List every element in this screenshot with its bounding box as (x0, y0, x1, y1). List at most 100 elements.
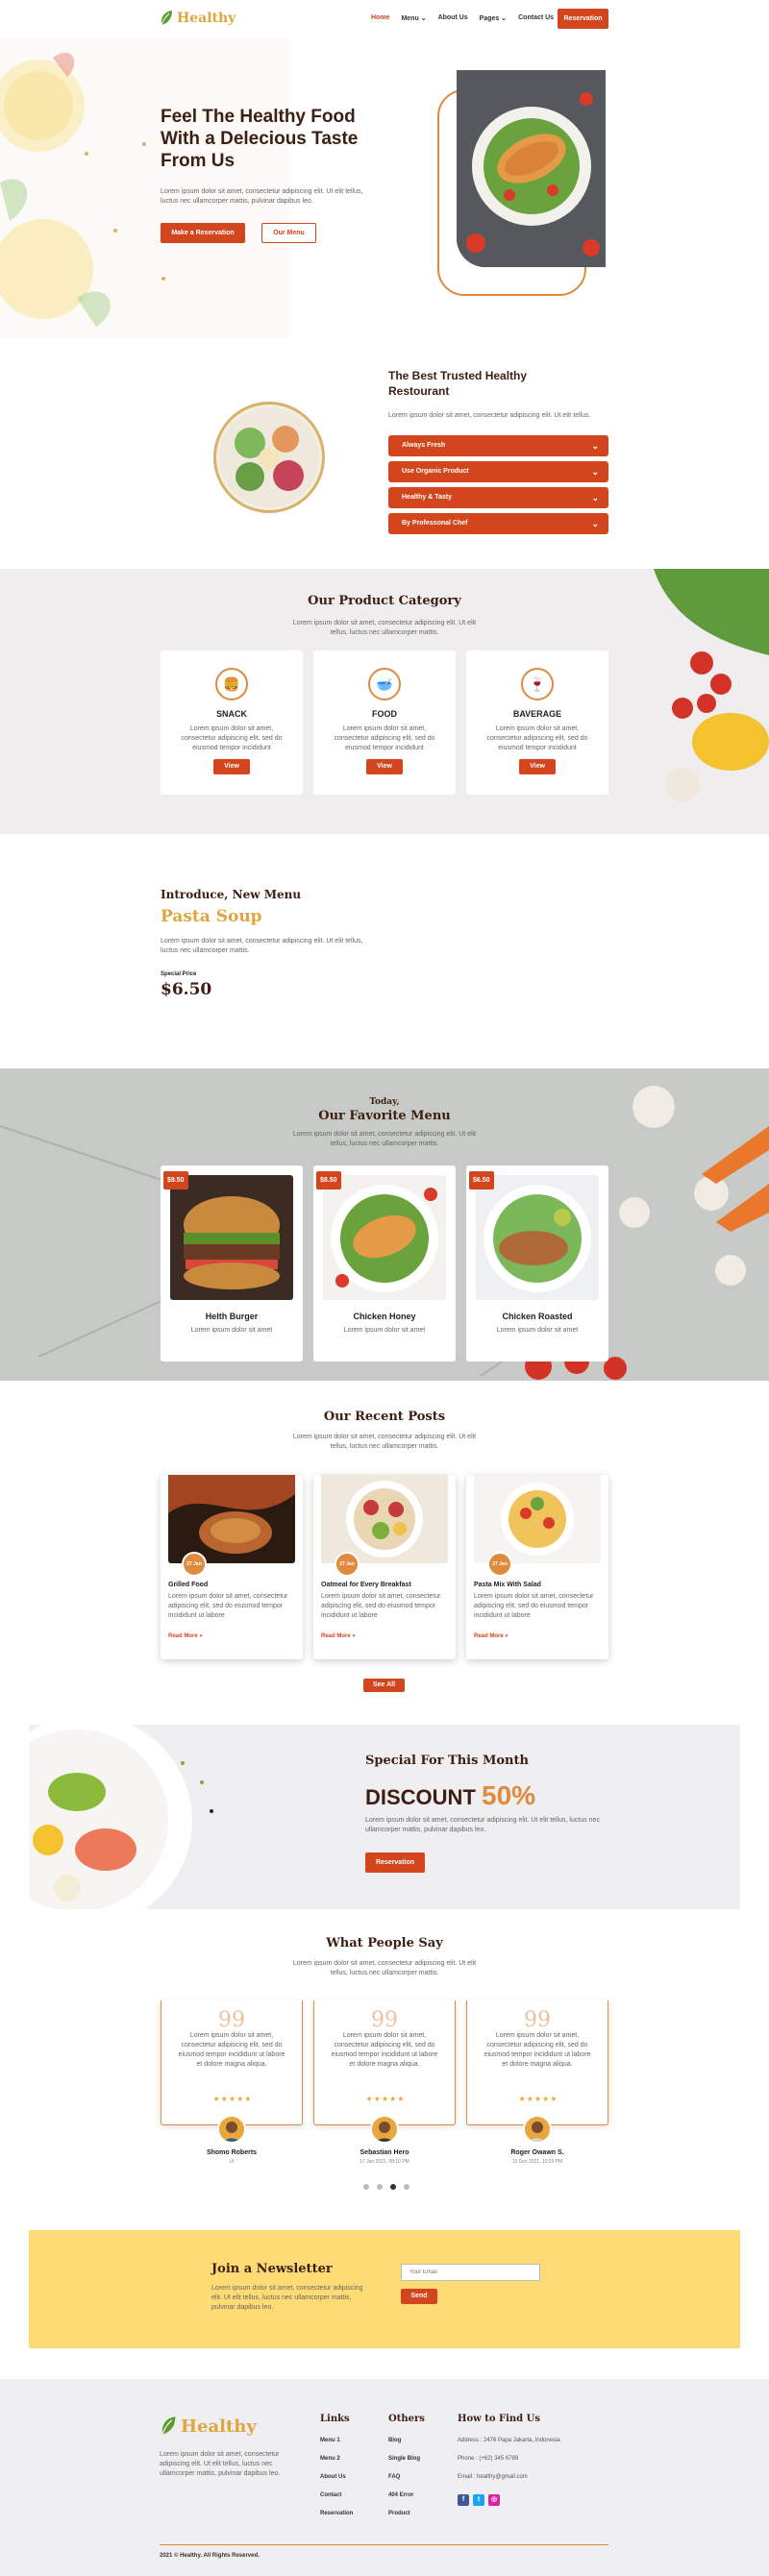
new-menu-title: Pasta Soup (161, 907, 262, 926)
accordion-chef[interactable]: By Professonal Chef ⌄ (388, 513, 608, 534)
nav-home[interactable]: Home (371, 14, 389, 22)
see-all-button[interactable]: See All (363, 1679, 405, 1692)
leaf-icon (161, 2417, 176, 2435)
accordion-label: Use Organic Product (402, 468, 469, 475)
nav-about[interactable]: About Us (438, 14, 468, 22)
avatar (217, 2115, 246, 2144)
instagram-icon[interactable]: ◎ (488, 2494, 500, 2506)
testimonial-card: 99 Lorem ipsum dolor sit amet, consectet… (161, 2000, 303, 2125)
chevron-down-icon: ⌄ (501, 15, 508, 22)
post-card-pasta[interactable]: 27 Jan Pasta Mix With Salad Lorem ipsum … (466, 1475, 608, 1659)
category-section: Our Product Category Lorem ipsum dolor s… (0, 569, 769, 834)
view-button[interactable]: View (366, 759, 403, 774)
carousel-dot[interactable] (404, 2184, 409, 2190)
footer-link[interactable]: Blog (388, 2438, 425, 2456)
discount-label: DISCOUNT (365, 1785, 476, 1809)
footer-link[interactable]: About Us (320, 2474, 353, 2492)
accordion-label: Healthy & Tasty (402, 494, 452, 501)
footer-logo[interactable]: Healthy (160, 2416, 257, 2437)
oatmeal-image (321, 1475, 448, 1563)
footer-link[interactable]: Menu 2 (320, 2456, 353, 2474)
post-card-grilled[interactable]: 27 Jan Grilled Food Lorem ipsum dolor si… (161, 1475, 303, 1659)
grilled-food-image (168, 1475, 295, 1563)
reviewer-name: Shomo Roberts (206, 2149, 258, 2156)
read-more-link[interactable]: Read More » (168, 1633, 203, 1639)
post-date-badge: 27 Jan (335, 1552, 360, 1577)
carousel-dot[interactable] (377, 2184, 383, 2190)
send-button[interactable]: Send (401, 2289, 437, 2304)
new-menu-text: Lorem ipsum dolor sit amet, consectetur … (161, 938, 363, 954)
special-reservation-button[interactable]: Reservation (365, 1852, 425, 1873)
special-title: Special For This Month (365, 1754, 529, 1768)
post-date-badge: 27 Jan (487, 1552, 512, 1577)
footer-link[interactable]: Contact (320, 2492, 353, 2511)
accordion-organic[interactable]: Use Organic Product ⌄ (388, 461, 608, 482)
post-card-oatmeal[interactable]: 27 Jan Oatmeal for Every Breakfast Lorem… (313, 1475, 456, 1659)
trusted-section: The Best Trusted Healthy Restourant Lore… (0, 338, 769, 569)
trusted-title: The Best Trusted Healthy Restourant (388, 369, 528, 398)
our-menu-button[interactable]: Our Menu (261, 223, 316, 243)
make-reservation-button[interactable]: Make a Reservation (161, 223, 245, 243)
view-button[interactable]: View (213, 759, 250, 774)
footer-others-column: Others Blog Single Blog FAQ 404 Error Pr… (388, 2414, 425, 2529)
carousel-dots (363, 2184, 409, 2190)
email-input[interactable] (401, 2264, 540, 2281)
favorite-menu-section: Today, Our Favorite Menu Lorem ipsum dol… (0, 1068, 769, 1381)
footer-link[interactable]: Reservation (320, 2511, 353, 2529)
carousel-dot-active[interactable] (390, 2184, 396, 2190)
footer-link[interactable]: Menu 1 (320, 2438, 353, 2456)
post-title: Pasta Mix With Salad (474, 1582, 541, 1588)
rating-stars: ★★★★★ (365, 2095, 406, 2103)
menu-text: Lorem ipsum dolor sit amet (343, 1327, 426, 1334)
menu-card-chicken-honey[interactable]: $8.50 Chicken Honey Lorem ipsum dolor si… (313, 1165, 456, 1362)
salad-bowl-image (213, 402, 325, 513)
post-date-badge: 27 Jan (182, 1552, 207, 1577)
rating-stars: ★★★★★ (212, 2095, 253, 2103)
menu-card-burger[interactable]: $9.50 Helth Burger Lorem ipsum dolor sit… (161, 1165, 303, 1362)
chicken-honey-image (323, 1175, 446, 1300)
reservation-button[interactable]: Reservation (558, 9, 608, 29)
copyright: 2021 © Healthy. All Rights Reserved. (160, 2553, 260, 2559)
favorite-title-top: Today, (369, 1097, 400, 1107)
category-text: Lorem ipsum dolor sit amet, consectetur … (181, 725, 283, 751)
testimonial-text: Lorem ipsum dolor sit amet, consectetur … (331, 2032, 438, 2068)
carousel-dot[interactable] (363, 2184, 369, 2190)
avatar (523, 2115, 552, 2144)
footer-link[interactable]: 404 Error (388, 2492, 425, 2511)
category-text: Lorem ipsum dolor sit amet, consectetur … (486, 725, 588, 751)
footer-link[interactable]: FAQ (388, 2474, 425, 2492)
discount-heading: DISCOUNT 50% (365, 1780, 535, 1811)
nav-contact[interactable]: Contact Us (518, 14, 554, 22)
facebook-icon[interactable]: f (458, 2494, 469, 2506)
menu-card-chicken-roasted[interactable]: $6.50 Chicken Roasted Lorem ipsum dolor … (466, 1165, 608, 1362)
twitter-icon[interactable]: t (473, 2494, 484, 2506)
nav-menu-label: Menu (401, 15, 419, 22)
special-text: Lorem ipsum dolor sit amet, consectetur … (365, 1817, 600, 1833)
chevron-down-icon: ⌄ (591, 467, 599, 477)
hero-title: Feel The Healthy Food With a Delecious T… (161, 107, 359, 171)
logo[interactable]: Healthy (160, 10, 236, 27)
footer-text: Lorem ipsum dolor sit amet, consectetur … (160, 2451, 281, 2477)
read-more-link[interactable]: Read More » (321, 1633, 356, 1639)
nav-pages[interactable]: Pages ⌄ (480, 14, 507, 22)
hero-section: Feel The Healthy Food With a Delecious T… (0, 38, 769, 338)
hero-text: Lorem ipsum dolor sit amet, consectetur … (161, 188, 363, 205)
read-more-link[interactable]: Read More » (474, 1633, 509, 1639)
accordion-always-fresh[interactable]: Always Fresh ⌄ (388, 435, 608, 456)
category-text: Lorem ipsum dolor sit amet, consectetur … (334, 725, 435, 751)
hero-food-image (457, 70, 606, 267)
view-button[interactable]: View (519, 759, 556, 774)
new-menu-subtitle: Introduce, New Menu (161, 888, 302, 901)
footer-link[interactable]: Product (388, 2511, 425, 2529)
quote-icon: 99 (524, 2008, 551, 2032)
posts-subtitle: Lorem ipsum dolor sit amet, consectetur … (292, 1434, 477, 1450)
price-badge: $8.50 (316, 1171, 341, 1190)
footer-link[interactable]: Single Blog (388, 2456, 425, 2474)
chevron-down-icon: ⌄ (591, 519, 599, 528)
accordion-healthy-tasty[interactable]: Healthy & Tasty ⌄ (388, 487, 608, 508)
category-card-baverage: 🍷 BAVERAGE Lorem ipsum dolor sit amet, c… (466, 650, 608, 795)
testimonial-card: 99 Lorem ipsum dolor sit amet, consectet… (313, 2000, 456, 2125)
nav-menu[interactable]: Menu ⌄ (401, 14, 426, 22)
chevron-down-icon: ⌄ (591, 441, 599, 451)
menu-name: Chicken Honey (353, 1312, 416, 1321)
